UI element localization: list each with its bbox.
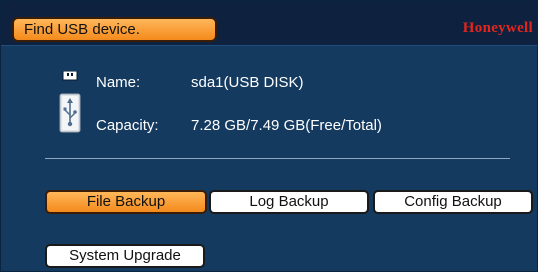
device-capacity-value: 7.28 GB/7.49 GB(Free/Total): [191, 117, 382, 134]
config-backup-button[interactable]: Config Backup: [373, 190, 533, 214]
usb-drive-icon: [59, 70, 81, 135]
device-name-value: sda1(USB DISK): [191, 74, 304, 91]
file-backup-button[interactable]: File Backup: [45, 190, 207, 214]
log-backup-button[interactable]: Log Backup: [209, 190, 369, 214]
title-bar: Find USB device. Honeywell: [1, 1, 537, 46]
device-name-label: Name:: [96, 74, 141, 91]
section-divider: [45, 158, 510, 159]
brand-logo: Honeywell: [462, 20, 533, 36]
status-message: Find USB device.: [12, 17, 217, 42]
device-capacity-label: Capacity:: [96, 117, 159, 134]
system-upgrade-button[interactable]: System Upgrade: [45, 244, 205, 268]
usb-backup-panel: Find USB device. Honeywell Name: sda1(US…: [0, 0, 538, 272]
